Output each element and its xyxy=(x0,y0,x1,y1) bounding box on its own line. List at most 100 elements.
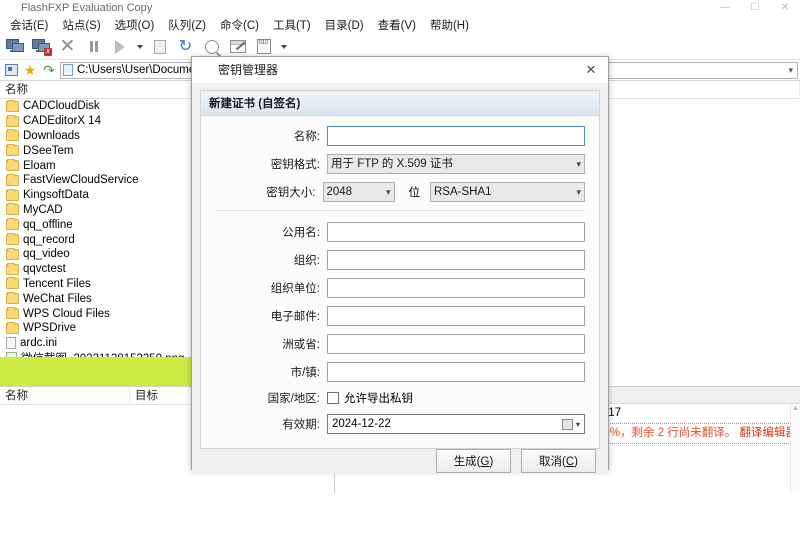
list-item-label: DSeeTem xyxy=(23,145,74,157)
stop-icon[interactable]: ✕ xyxy=(55,35,80,59)
group-content: 名称: 密钥格式: 用于 FTP 的 X.509 证书 ▾ 密钥大小: 2048… xyxy=(201,116,599,448)
expiry-date-value: 2024-12-22 xyxy=(332,418,391,430)
dialog-footer: 生成(G) 取消(C) xyxy=(192,449,608,473)
key-format-select[interactable]: 用于 FTP 的 X.509 证书 ▾ xyxy=(327,154,585,174)
maximize-button[interactable]: ☐ xyxy=(740,0,770,16)
label-city: 市/镇: xyxy=(215,364,327,380)
generate-button-label: 生成(G) xyxy=(454,453,494,469)
row-city: 市/镇: xyxy=(215,362,585,382)
folder-icon xyxy=(6,249,19,260)
chevron-down-icon[interactable]: ▾ xyxy=(576,420,582,429)
menu-item-directory[interactable]: 目录(D) xyxy=(318,16,371,34)
menu-item-queue[interactable]: 队列(Z) xyxy=(161,16,213,34)
row-key-format: 密钥格式: 用于 FTP 的 X.509 证书 ▾ xyxy=(215,154,585,174)
menu-item-options[interactable]: 选项(O) xyxy=(108,16,162,34)
list-item-label: KingsoftData xyxy=(23,189,89,201)
export-private-key-checkbox[interactable]: 允许导出私钥 xyxy=(327,390,413,406)
connect-icon[interactable] xyxy=(3,35,28,59)
list-item-label: Downloads xyxy=(23,130,80,142)
translation-editor-link[interactable]: 翻译编辑器 xyxy=(740,427,798,439)
expiry-date-input[interactable]: 2024-12-22 ▾ xyxy=(327,414,585,434)
list-item-label: WeChat Files xyxy=(23,293,92,305)
list-item-label: qq_video xyxy=(23,248,70,260)
list-item-label: 微信截图_20221128152350.png xyxy=(21,350,184,357)
folder-icon xyxy=(6,160,19,171)
edit-icon[interactable] xyxy=(225,35,250,59)
search-icon[interactable] xyxy=(199,35,224,59)
flashfxp-logo-icon xyxy=(199,63,212,76)
folder-icon xyxy=(6,308,19,319)
title-bar: FlashFXP Evaluation Copy — ☐ ✕ xyxy=(0,0,800,16)
label-country: 国家/地区: xyxy=(215,390,327,406)
raw-command-icon[interactable]: 010 xyxy=(251,35,276,59)
menu-item-tools[interactable]: 工具(T) xyxy=(266,16,318,34)
list-item-label: CADEditorX 14 xyxy=(23,115,101,127)
list-item-label: MyCAD xyxy=(23,204,63,216)
app-logo-icon xyxy=(4,2,16,14)
folder-icon xyxy=(6,323,19,334)
label-common-name: 公用名: xyxy=(215,224,327,240)
section-divider xyxy=(215,210,585,211)
label-expiry: 有效期: xyxy=(215,416,327,432)
menu-item-sites[interactable]: 站点(S) xyxy=(55,16,107,34)
folder-icon xyxy=(6,190,19,201)
key-size-select[interactable]: 2048 ▾ xyxy=(323,182,395,202)
transfer-queue-icon[interactable] xyxy=(147,35,172,59)
checkbox-box xyxy=(327,392,339,404)
close-button[interactable]: ✕ xyxy=(770,0,800,16)
refresh-icon[interactable]: ↻ xyxy=(173,35,198,59)
folder-icon xyxy=(6,264,19,275)
disconnect-icon[interactable]: x xyxy=(29,35,54,59)
log-scrollbar[interactable]: ▲ xyxy=(790,404,800,493)
key-format-value: 用于 FTP 的 X.509 证书 xyxy=(331,155,453,173)
city-input[interactable] xyxy=(327,362,585,382)
row-key-size: 密钥大小: 2048 ▾ 位 RSA-SHA1 ▾ xyxy=(215,182,585,202)
folder-icon xyxy=(6,234,19,245)
calendar-icon[interactable] xyxy=(562,419,573,430)
cancel-button-label: 取消(C) xyxy=(539,453,578,469)
menu-item-commands[interactable]: 命令(C) xyxy=(213,16,266,34)
sites-icon[interactable] xyxy=(3,62,19,78)
queue-column-name[interactable]: 名称 xyxy=(0,387,130,405)
row-email: 电子邮件: xyxy=(215,306,585,326)
label-state: 洲或省: xyxy=(215,336,327,352)
menu-item-session[interactable]: 会话(E) xyxy=(3,16,55,34)
label-email: 电子邮件: xyxy=(215,308,327,324)
generate-button[interactable]: 生成(G) xyxy=(436,449,511,473)
pause-icon[interactable] xyxy=(81,35,106,59)
row-expiry: 有效期: 2024-12-22 ▾ xyxy=(215,414,585,434)
close-icon[interactable]: ✕ xyxy=(574,57,608,83)
row-state: 洲或省: xyxy=(215,334,585,354)
path-doc-icon xyxy=(63,64,73,76)
cancel-button[interactable]: 取消(C) xyxy=(521,449,596,473)
state-input[interactable] xyxy=(327,334,585,354)
org-unit-input[interactable] xyxy=(327,278,585,298)
folder-icon xyxy=(6,116,19,127)
email-input[interactable] xyxy=(327,306,585,326)
folder-icon xyxy=(6,293,19,304)
dialog-title: 密钥管理器 xyxy=(218,61,278,78)
scroll-up-icon[interactable]: ▲ xyxy=(791,404,800,414)
hash-algorithm-select[interactable]: RSA-SHA1 ▾ xyxy=(430,182,585,202)
list-item-label: qq_record xyxy=(23,234,75,246)
toolbar-overflow-icon[interactable] xyxy=(277,35,290,59)
list-item-label: WPSDrive xyxy=(23,322,76,334)
organization-input[interactable] xyxy=(327,250,585,270)
key-size-unit: 位 xyxy=(395,184,431,200)
label-org-unit: 组织单位: xyxy=(215,280,327,296)
star-icon[interactable]: ★ xyxy=(22,62,38,78)
common-name-input[interactable] xyxy=(327,222,585,242)
chevron-down-icon: ▾ xyxy=(576,155,581,173)
transfer-icon[interactable] xyxy=(107,35,132,59)
transfer-dropdown-icon[interactable] xyxy=(133,35,146,59)
list-item-label: WPS Cloud Files xyxy=(23,308,110,320)
folder-icon xyxy=(6,101,19,112)
folder-icon xyxy=(6,145,19,156)
menu-item-view[interactable]: 查看(V) xyxy=(371,16,423,34)
name-input[interactable] xyxy=(327,126,585,146)
list-item-label: ardc.ini xyxy=(20,337,57,349)
menu-item-help[interactable]: 帮助(H) xyxy=(423,16,476,34)
minimize-button[interactable]: — xyxy=(710,0,740,16)
green-arrow-icon[interactable]: ↷ xyxy=(41,62,57,78)
chevron-down-icon[interactable]: ▾ xyxy=(788,65,795,76)
